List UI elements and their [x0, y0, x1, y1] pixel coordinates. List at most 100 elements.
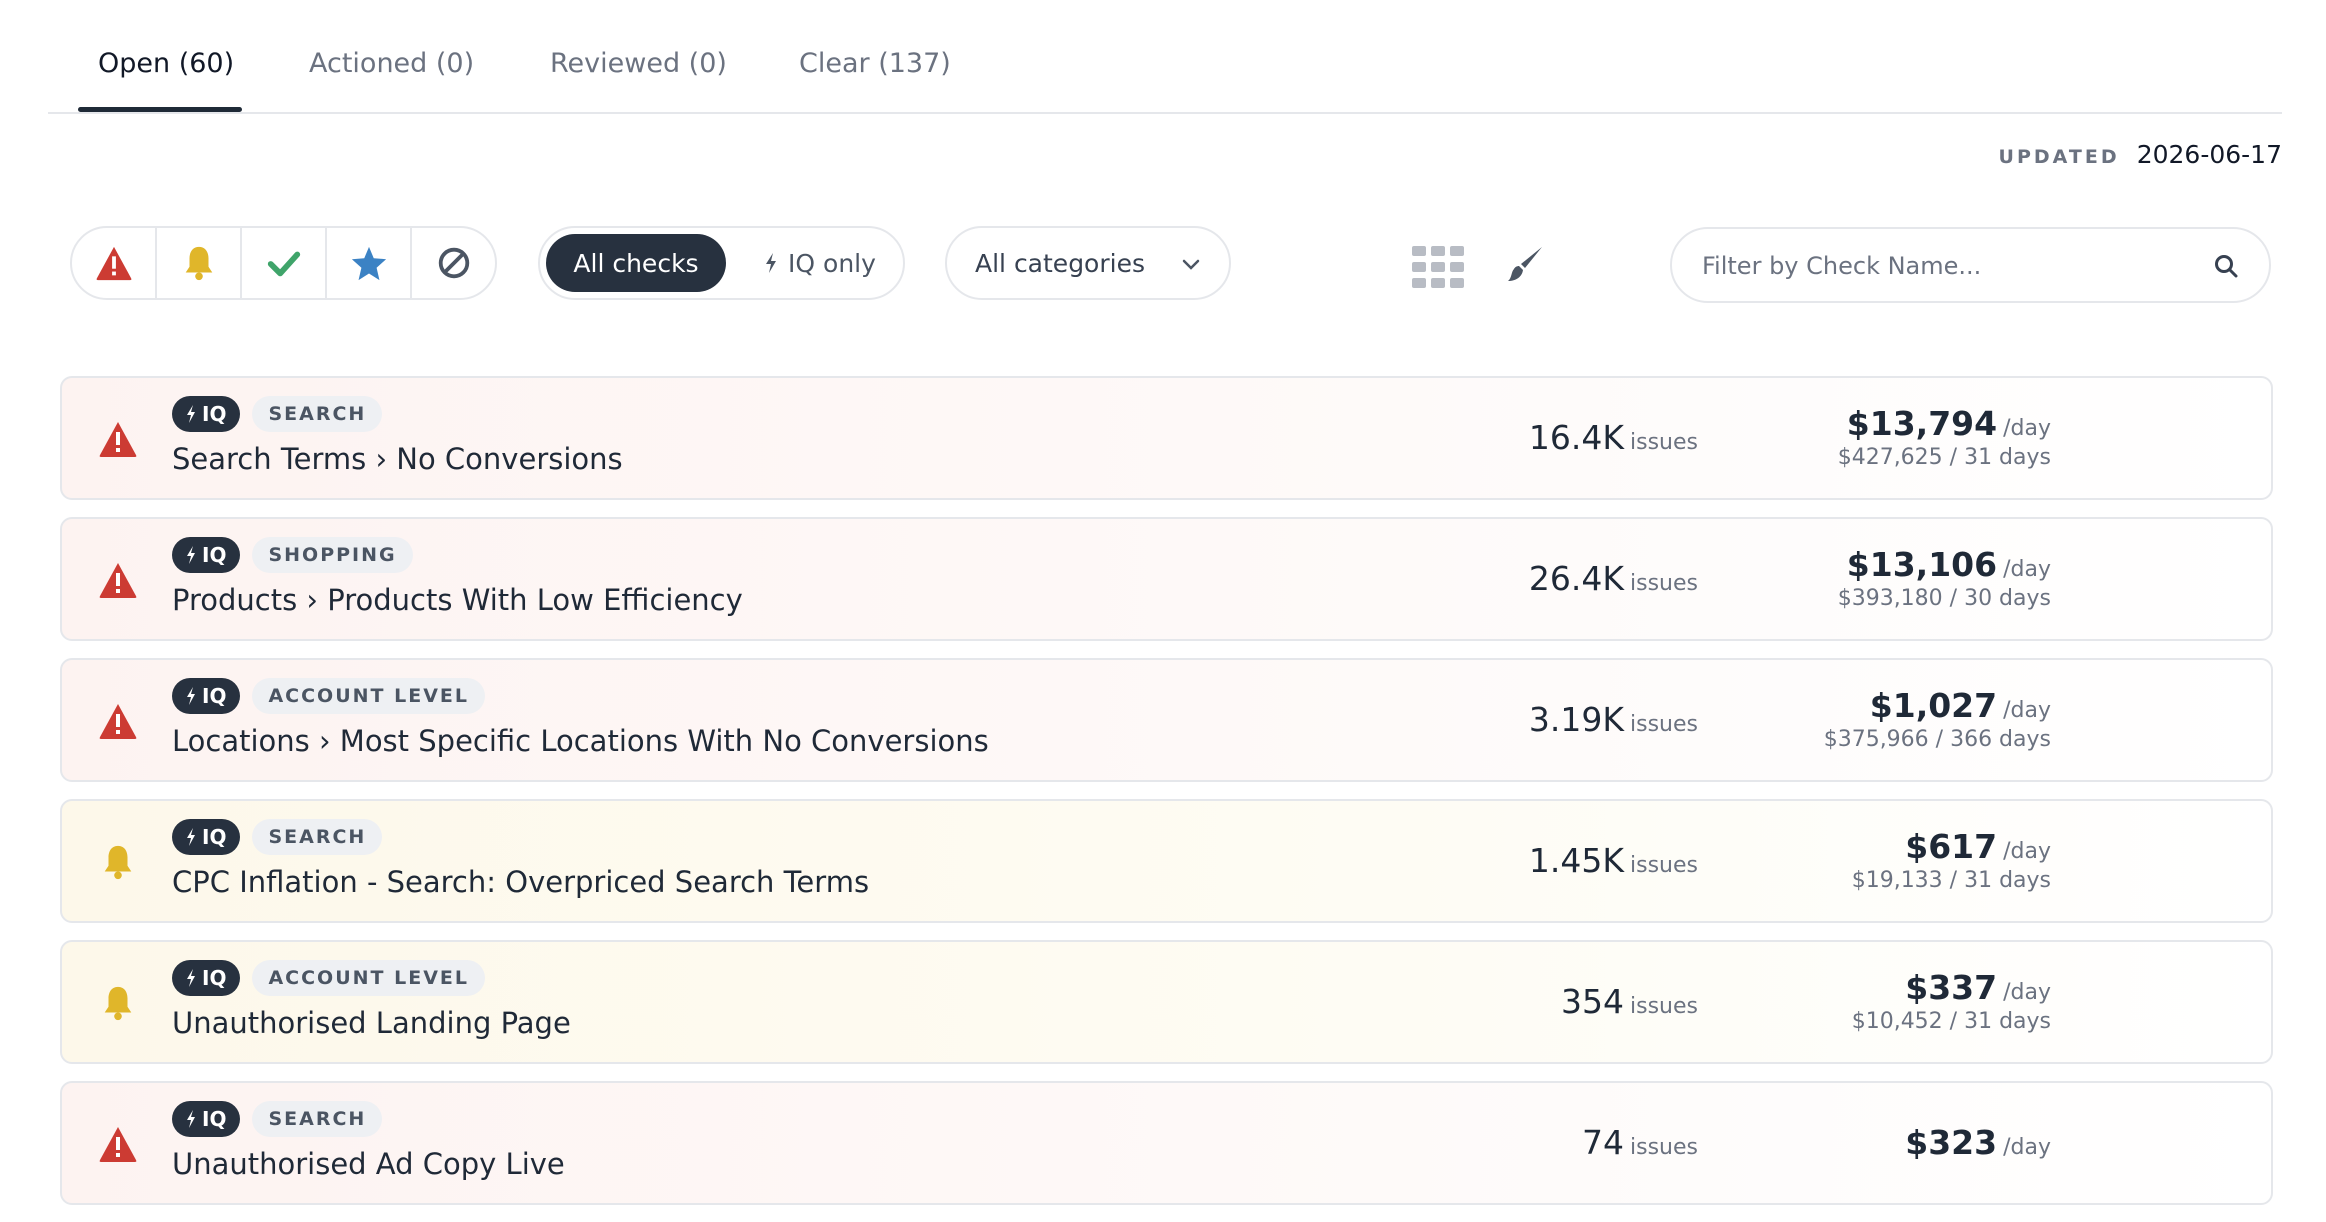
checks-toggle: All checks IQ only [538, 226, 905, 300]
per-day-unit: /day [2003, 557, 2051, 582]
row-tags: IQ ACCOUNT LEVEL [172, 960, 485, 996]
chevron-down-icon [1182, 259, 1200, 270]
cost-info: $337/day $10,452 / 31 days [1852, 968, 2051, 1034]
check-row[interactable]: IQ ACCOUNT LEVEL Unauthorised Landing Pa… [60, 940, 2273, 1064]
lightning-icon [187, 405, 195, 423]
iq-badge-label: IQ [202, 966, 227, 990]
iq-badge-label: IQ [202, 684, 227, 708]
per-day-unit: /day [2003, 416, 2051, 441]
filter-clear-button[interactable] [242, 228, 327, 298]
issues-unit: issues [1630, 994, 1698, 1019]
cost-total: $375,966 / 366 days [1823, 727, 2051, 752]
category-badge: ACCOUNT LEVEL [252, 960, 485, 996]
grid-view-icon[interactable] [1412, 246, 1464, 288]
filter-critical-button[interactable] [72, 228, 157, 298]
updated-date: 2026-06-17 [2136, 140, 2282, 169]
iq-only-button[interactable]: IQ only [740, 234, 900, 292]
category-badge: SEARCH [252, 1101, 383, 1137]
issues-unit: issues [1630, 853, 1698, 878]
bell-icon [185, 246, 212, 281]
cost-info: $13,794/day $427,625 / 31 days [1838, 404, 2051, 470]
warning-triangle-icon [99, 1127, 137, 1162]
iq-only-label: IQ only [788, 248, 876, 278]
issues-count: 3.19K issues [1529, 700, 1698, 739]
lightning-icon [187, 828, 195, 846]
warning-triangle-icon [99, 563, 137, 598]
tab-bar: Open (60) Actioned (0) Reviewed (0) Clea… [48, 0, 2282, 114]
per-day-unit: /day [2003, 980, 2051, 1005]
search-icon[interactable] [2213, 253, 2239, 279]
iq-badge: IQ [172, 537, 241, 573]
check-title: CPC Inflation - Search: Overpriced Searc… [172, 865, 870, 899]
issues-unit: issues [1630, 571, 1698, 596]
cost-info: $323/day [1905, 1123, 2051, 1162]
iq-badge-label: IQ [202, 402, 227, 426]
cost-per-day: $323 [1905, 1123, 1998, 1162]
tab-reviewed[interactable]: Reviewed (0) [550, 48, 727, 79]
severity-filter-group [70, 226, 497, 300]
cost-total: $427,625 / 31 days [1837, 445, 2051, 470]
cost-info: $13,106/day $393,180 / 30 days [1838, 545, 2051, 611]
category-dropdown-value: All categories [975, 248, 1145, 278]
bell-icon [104, 845, 132, 880]
per-day-unit: /day [2003, 839, 2051, 864]
row-tags: IQ SEARCH [172, 819, 383, 855]
issues-number: 74 [1582, 1123, 1625, 1162]
check-row[interactable]: IQ SEARCH Unauthorised Ad Copy Live 74 is… [60, 1081, 2273, 1205]
active-tab-indicator [78, 107, 242, 112]
issues-count: 26.4K issues [1529, 559, 1698, 598]
row-tags: IQ SEARCH [172, 396, 383, 432]
filter-warning-button[interactable] [157, 228, 242, 298]
issues-number: 354 [1561, 982, 1625, 1021]
lightning-icon [187, 687, 195, 705]
cost-per-day: $337 [1905, 968, 1998, 1007]
cost-per-day: $13,106 [1846, 545, 1998, 584]
filter-ignored-button[interactable] [412, 228, 495, 298]
issues-number: 1.45K [1528, 841, 1625, 880]
bell-icon [104, 986, 132, 1021]
updated-info: UPDATED 2026-06-17 [1999, 140, 2282, 169]
tab-open[interactable]: Open (60) [98, 48, 234, 79]
issues-number: 3.19K [1528, 700, 1625, 739]
lightning-icon [187, 1110, 195, 1128]
checkmark-icon [267, 251, 300, 277]
check-name-filter [1670, 227, 2271, 303]
issues-unit: issues [1630, 430, 1698, 455]
filter-starred-button[interactable] [327, 228, 412, 298]
iq-badge-label: IQ [202, 543, 227, 567]
updated-label: UPDATED [1998, 146, 2120, 168]
warning-triangle-icon [96, 246, 131, 281]
check-title: Unauthorised Ad Copy Live [172, 1147, 565, 1181]
issues-number: 26.4K [1528, 559, 1625, 598]
category-badge: ACCOUNT LEVEL [252, 678, 485, 714]
iq-badge: IQ [172, 678, 241, 714]
cost-info: $1,027/day $375,966 / 366 days [1824, 686, 2051, 752]
iq-badge-label: IQ [202, 825, 227, 849]
all-checks-button[interactable]: All checks [546, 234, 726, 292]
tab-actioned[interactable]: Actioned (0) [309, 48, 474, 79]
category-dropdown[interactable]: All categories [945, 226, 1231, 300]
issues-count: 354 issues [1561, 982, 1698, 1021]
paintbrush-icon[interactable] [1505, 244, 1545, 284]
row-tags: IQ SHOPPING [172, 537, 413, 573]
cost-total: $393,180 / 30 days [1837, 586, 2051, 611]
cost-per-day: $1,027 [1869, 686, 1998, 725]
check-row[interactable]: IQ SHOPPING Products › Products With Low… [60, 517, 2273, 641]
category-badge: SEARCH [252, 396, 383, 432]
check-row[interactable]: IQ ACCOUNT LEVEL Locations › Most Specif… [60, 658, 2273, 782]
cost-total: $10,452 / 31 days [1851, 1009, 2051, 1034]
warning-triangle-icon [99, 422, 137, 457]
star-icon [351, 246, 386, 281]
tab-clear[interactable]: Clear (137) [799, 48, 951, 79]
row-tags: IQ SEARCH [172, 1101, 383, 1137]
checks-list: IQ SEARCH Search Terms › No Conversions … [60, 376, 2273, 1222]
search-input[interactable] [1700, 243, 2204, 289]
check-title: Products › Products With Low Efficiency [172, 583, 743, 617]
check-row[interactable]: IQ SEARCH Search Terms › No Conversions … [60, 376, 2273, 500]
check-row[interactable]: IQ SEARCH CPC Inflation - Search: Overpr… [60, 799, 2273, 923]
check-title: Unauthorised Landing Page [172, 1006, 571, 1040]
cost-per-day: $13,794 [1846, 404, 1998, 443]
iq-badge: IQ [172, 960, 241, 996]
cost-info: $617/day $19,133 / 31 days [1852, 827, 2051, 893]
iq-badge: IQ [172, 396, 241, 432]
